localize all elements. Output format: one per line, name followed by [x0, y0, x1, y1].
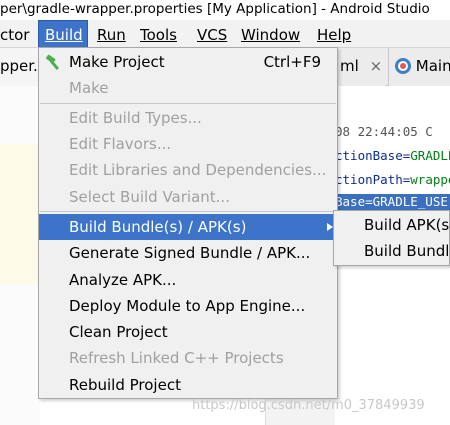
menu-item-select-build-variant: Select Build Variant... [69, 188, 230, 206]
build-bundles-submenu: Build APK(s) Build Bundle [333, 210, 450, 266]
menu-build-label: Build [45, 26, 83, 44]
hammer-icon [45, 54, 60, 70]
code-line-2-value: wrappe [410, 172, 450, 187]
close-icon[interactable]: × [370, 57, 383, 75]
menu-item-edit-build-types: Edit Build Types... [69, 109, 202, 127]
editor-tab-xml-label: ml [340, 57, 359, 75]
editor-tab-properties[interactable]: pper.p [0, 48, 40, 86]
menu-item-build-bundles-apks[interactable]: Build Bundle(s) / APK(s) [39, 214, 337, 240]
highlight-band [0, 144, 40, 284]
code-line-2-key: ctionPath= [335, 172, 411, 187]
code-line-3-text: Base=GRADLE_USE [335, 194, 448, 209]
kotlin-class-icon [395, 57, 411, 74]
menu-item-analyze-apk[interactable]: Analyze APK... [39, 267, 337, 293]
menu-item-clean-project[interactable]: Clean Project [39, 319, 337, 345]
menu-separator [40, 103, 336, 104]
menu-help-label: Help [317, 26, 352, 44]
submenu-item-build-bundle[interactable]: Build Bundle [334, 238, 450, 264]
menu-tools[interactable]: Tools [140, 23, 177, 47]
menu-item-make-project[interactable]: Make Project Ctrl+F9 [39, 49, 337, 75]
menu-run-label: Run [97, 26, 126, 44]
editor-tab-main-label: Main [415, 57, 450, 75]
code-line-2: ctionPath=wrappe [335, 172, 450, 187]
menu-window[interactable]: Window [241, 23, 300, 47]
code-line-1: ctionBase=GRADLE [335, 148, 450, 163]
menu-help[interactable]: Help [317, 23, 351, 47]
menu-separator [40, 211, 336, 212]
menu-item-edit-libraries: Edit Libraries and Dependencies... [69, 161, 327, 179]
menu-item-make-project-label: Make Project [69, 53, 165, 71]
menu-refactor[interactable]: ctor [0, 23, 29, 47]
build-menu-dropdown: Make Project Ctrl+F9 Make Edit Build Typ… [38, 47, 338, 399]
menu-item-make: Make [69, 79, 109, 97]
menu-item-refresh-cpp: Refresh Linked C++ Projects [69, 349, 284, 367]
menu-build[interactable]: Build [38, 20, 88, 48]
menu-vcs[interactable]: VCS [197, 23, 227, 47]
watermark-text: https://blog.csdn.net/m0_37849939 [192, 398, 425, 413]
menu-item-rebuild-project[interactable]: Rebuild Project [39, 372, 337, 398]
code-line-1-key: ctionBase= [335, 148, 411, 163]
menu-item-make-project-shortcut: Ctrl+F9 [263, 53, 321, 71]
menu-item-deploy-module[interactable]: Deploy Module to App Engine... [39, 293, 337, 319]
editor-tab-xml[interactable]: ml × [337, 48, 385, 86]
menu-bar: ctor Build Run Tools VCS Window Help [0, 20, 450, 48]
window-title: per\gradle-wrapper.properties [My Applic… [0, 0, 450, 20]
menu-window-label: Window [241, 26, 301, 44]
editor-tab-main[interactable]: Main [388, 48, 450, 86]
menu-item-build-bundles-apks-label: Build Bundle(s) / APK(s) [69, 218, 247, 236]
menu-item-generate-signed[interactable]: Generate Signed Bundle / APK... [39, 240, 337, 266]
menu-tools-label: Tools [140, 26, 177, 44]
menu-run[interactable]: Run [97, 23, 126, 47]
menu-item-edit-flavors: Edit Flavors... [69, 135, 172, 153]
project-panel [0, 86, 40, 425]
menu-vcs-label: VCS [197, 26, 228, 44]
submenu-item-build-apks[interactable]: Build APK(s) [334, 212, 450, 238]
code-line-1-value: GRADLE [410, 148, 450, 163]
code-line-timestamp: 08 22:44:05 C [335, 124, 433, 139]
